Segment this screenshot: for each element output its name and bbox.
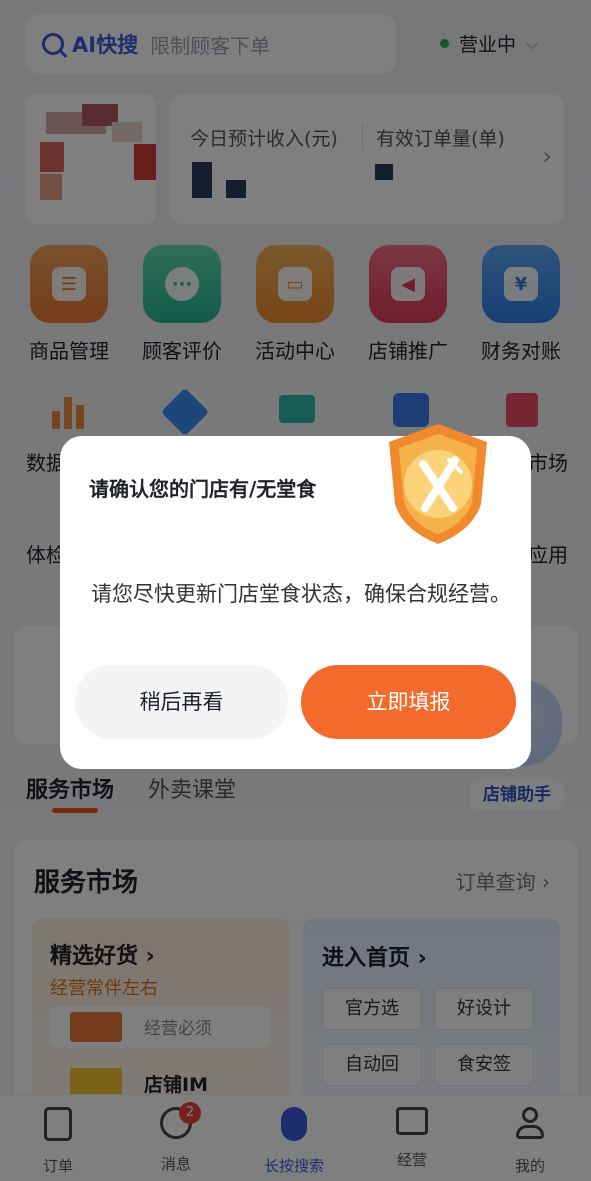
dining-shield-icon [389,424,487,544]
dialog-body: 请您尽快更新门店堂食状态，确保合规经营。 [91,582,511,606]
later-button[interactable]: 稍后再看 [75,665,288,739]
fill-now-button[interactable]: 立即填报 [301,665,516,739]
dialog-title: 请确认您的门店有/无堂食 [89,477,317,501]
